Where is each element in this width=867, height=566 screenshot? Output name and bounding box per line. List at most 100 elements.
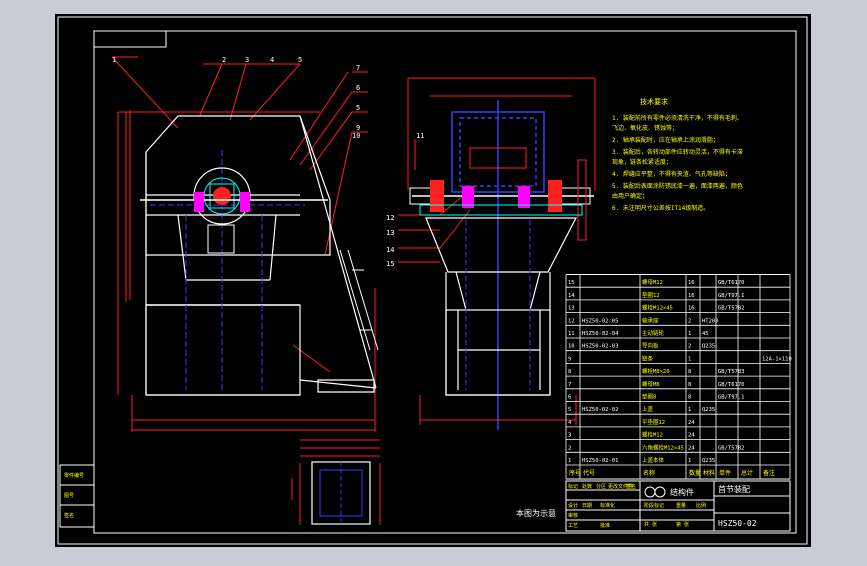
tb-meta-label: 阶段标记 bbox=[644, 502, 664, 509]
left-legend: 图号 bbox=[64, 493, 74, 499]
tb-role-label: 审核 bbox=[568, 512, 578, 519]
bom-cell: 13 bbox=[568, 306, 575, 312]
tb-sheet-label: 共 张 bbox=[644, 521, 657, 528]
tb-meta-label: 比例 bbox=[696, 502, 706, 509]
bom-cell: 5 bbox=[568, 407, 571, 413]
balloon-right-4: 9 bbox=[356, 124, 360, 132]
bom-cell: 10 bbox=[568, 344, 575, 350]
bom-cell: GB/T5783 bbox=[718, 369, 745, 375]
bom-cell: 链条 bbox=[642, 354, 654, 362]
bom-cell: 螺栓M12×45 bbox=[642, 304, 673, 312]
tb-row-label: 分区 bbox=[596, 483, 606, 490]
bom-header: 单件 bbox=[719, 469, 731, 477]
bom-cell: 45 bbox=[702, 331, 709, 337]
tb-row-label: 处数 bbox=[582, 483, 592, 490]
bom-cell: 上盖 bbox=[642, 405, 654, 413]
logo-text: 结构件 bbox=[670, 487, 694, 497]
bom-cell: 轴承座 bbox=[642, 316, 659, 324]
bom-cell: 11 bbox=[568, 331, 575, 337]
bom-cell: 9 bbox=[568, 356, 571, 362]
bom-cell: HSZ50-02-01 bbox=[582, 458, 618, 464]
bom-cell: GB/T6170 bbox=[718, 382, 745, 388]
left-legend: 零件编号 bbox=[64, 472, 84, 479]
note-line: 4. 焊缝应平整，不得有夹渣、气孔等缺陷； bbox=[612, 170, 731, 178]
bom-cell: 15 bbox=[568, 280, 575, 286]
note-line: 6. 未注明尺寸公差按IT14级制造。 bbox=[612, 204, 709, 212]
view-note: 本图为示意 bbox=[516, 508, 556, 518]
bom-cell: 16 bbox=[688, 293, 695, 299]
balloon-right-1: 7 bbox=[356, 64, 360, 72]
balloon-top-3: 3 bbox=[245, 56, 249, 64]
tb-role-label: 设计 bbox=[568, 502, 578, 509]
bom-cell: GB/T5782 bbox=[718, 445, 745, 451]
bom-cell: HSZ50-02-04 bbox=[582, 331, 619, 337]
bom-cell: GB/T97.1 bbox=[718, 293, 745, 299]
bom-cell: 7 bbox=[568, 382, 571, 388]
bom-cell: 8 bbox=[688, 369, 691, 375]
bom-cell: 12 bbox=[568, 318, 575, 324]
bom-cell: 导向板 bbox=[642, 342, 659, 350]
bom-cell: 2 bbox=[688, 344, 691, 350]
bom-cell: 螺栓M8×20 bbox=[642, 367, 670, 375]
note-line: 3. 装配后，各转动部件应转动灵活，不得有卡滞 bbox=[612, 148, 743, 156]
bom-cell: 16 bbox=[688, 306, 695, 312]
balloon-side-1: 11 bbox=[416, 132, 424, 140]
tb-row-label: 签名 bbox=[626, 483, 636, 490]
bom-cell: HSZ50-02-02 bbox=[582, 407, 618, 413]
note-line: 飞边、氧化皮、锈蚀等； bbox=[612, 124, 678, 132]
bom-cell: 平垫圈12 bbox=[642, 418, 665, 426]
bom-cell: 8 bbox=[688, 395, 691, 401]
balloon-side-2: 12 bbox=[386, 214, 394, 222]
bom-cell: 1 bbox=[688, 331, 691, 337]
tb-row-label: 标记 bbox=[568, 483, 578, 490]
bom-cell: HT200 bbox=[702, 318, 719, 324]
bom-cell: 8 bbox=[568, 369, 571, 375]
bom-cell: 24 bbox=[688, 433, 695, 439]
bom-header: 序号 bbox=[569, 469, 581, 477]
bom-cell: 2 bbox=[568, 445, 571, 451]
bom-cell: 6 bbox=[568, 395, 571, 401]
cad-viewport[interactable]: 1 2 3 4 5 7 6 5 9 10 11 12 13 14 15 技术要求… bbox=[0, 0, 867, 562]
bom-cell: 14 bbox=[568, 293, 575, 299]
bom-header: 材料 bbox=[703, 469, 715, 477]
bom-cell: Q235 bbox=[702, 458, 715, 464]
bom-cell: HSZ50-02-05 bbox=[582, 318, 618, 324]
balloon-side-3: 13 bbox=[386, 229, 394, 237]
bom-cell: 24 bbox=[688, 445, 695, 451]
note-line: 由用户确定； bbox=[612, 192, 648, 200]
drawing-canvas[interactable]: 1 2 3 4 5 7 6 5 9 10 11 12 13 14 15 技术要求… bbox=[0, 0, 867, 562]
assembly-name: 首节装配 bbox=[718, 484, 750, 494]
bom-cell: 垫圈8 bbox=[642, 393, 656, 401]
drawing-sheet bbox=[55, 14, 811, 547]
tb-meta-label: 重量 bbox=[676, 502, 686, 509]
balloon-side-4: 14 bbox=[386, 246, 394, 254]
tb-sheet-label: 第 张 bbox=[676, 521, 689, 528]
bom-cell: 24 bbox=[688, 420, 695, 426]
bom-cell: 六角螺栓M12×45 bbox=[642, 443, 684, 451]
bom-cell: HSZ50-02-03 bbox=[582, 344, 618, 350]
note-line: 5. 装配后表面涂防锈底漆一遍，面漆两遍，颜色 bbox=[612, 182, 743, 190]
bom-header: 数量 bbox=[689, 469, 701, 477]
bom-cell: 1 bbox=[688, 356, 691, 362]
note-line: 2. 轴承装配时，应在轴承上涂润滑脂； bbox=[612, 136, 719, 144]
bom-cell: 螺母M8 bbox=[642, 380, 660, 388]
bom-header: 名称 bbox=[643, 469, 655, 477]
drawing-number: HSZ50-02 bbox=[718, 519, 757, 528]
bom-cell: 8 bbox=[688, 382, 691, 388]
balloon-top-5: 5 bbox=[298, 56, 302, 64]
bom-cell: 上盖本体 bbox=[642, 456, 665, 464]
bom-cell: GB/T5782 bbox=[718, 306, 745, 312]
bom-cell: 3 bbox=[568, 433, 571, 439]
bom-cell: 1 bbox=[688, 407, 691, 413]
tb-row-label: 日期 bbox=[582, 503, 592, 509]
bom-header: 备注 bbox=[763, 469, 775, 477]
bom-cell: 垫圈12 bbox=[642, 291, 660, 299]
tb-role-label: 批准 bbox=[600, 522, 610, 529]
note-line: 现象，链条松紧适度； bbox=[612, 158, 672, 166]
bom-header: 总计 bbox=[741, 469, 753, 477]
left-legend: 签名 bbox=[64, 512, 74, 519]
balloon-right-2: 6 bbox=[356, 84, 360, 92]
balloon-right-5: 10 bbox=[352, 132, 360, 140]
bom-cell: 2 bbox=[688, 318, 691, 324]
bom-cell: GB/T97.1 bbox=[718, 395, 745, 401]
